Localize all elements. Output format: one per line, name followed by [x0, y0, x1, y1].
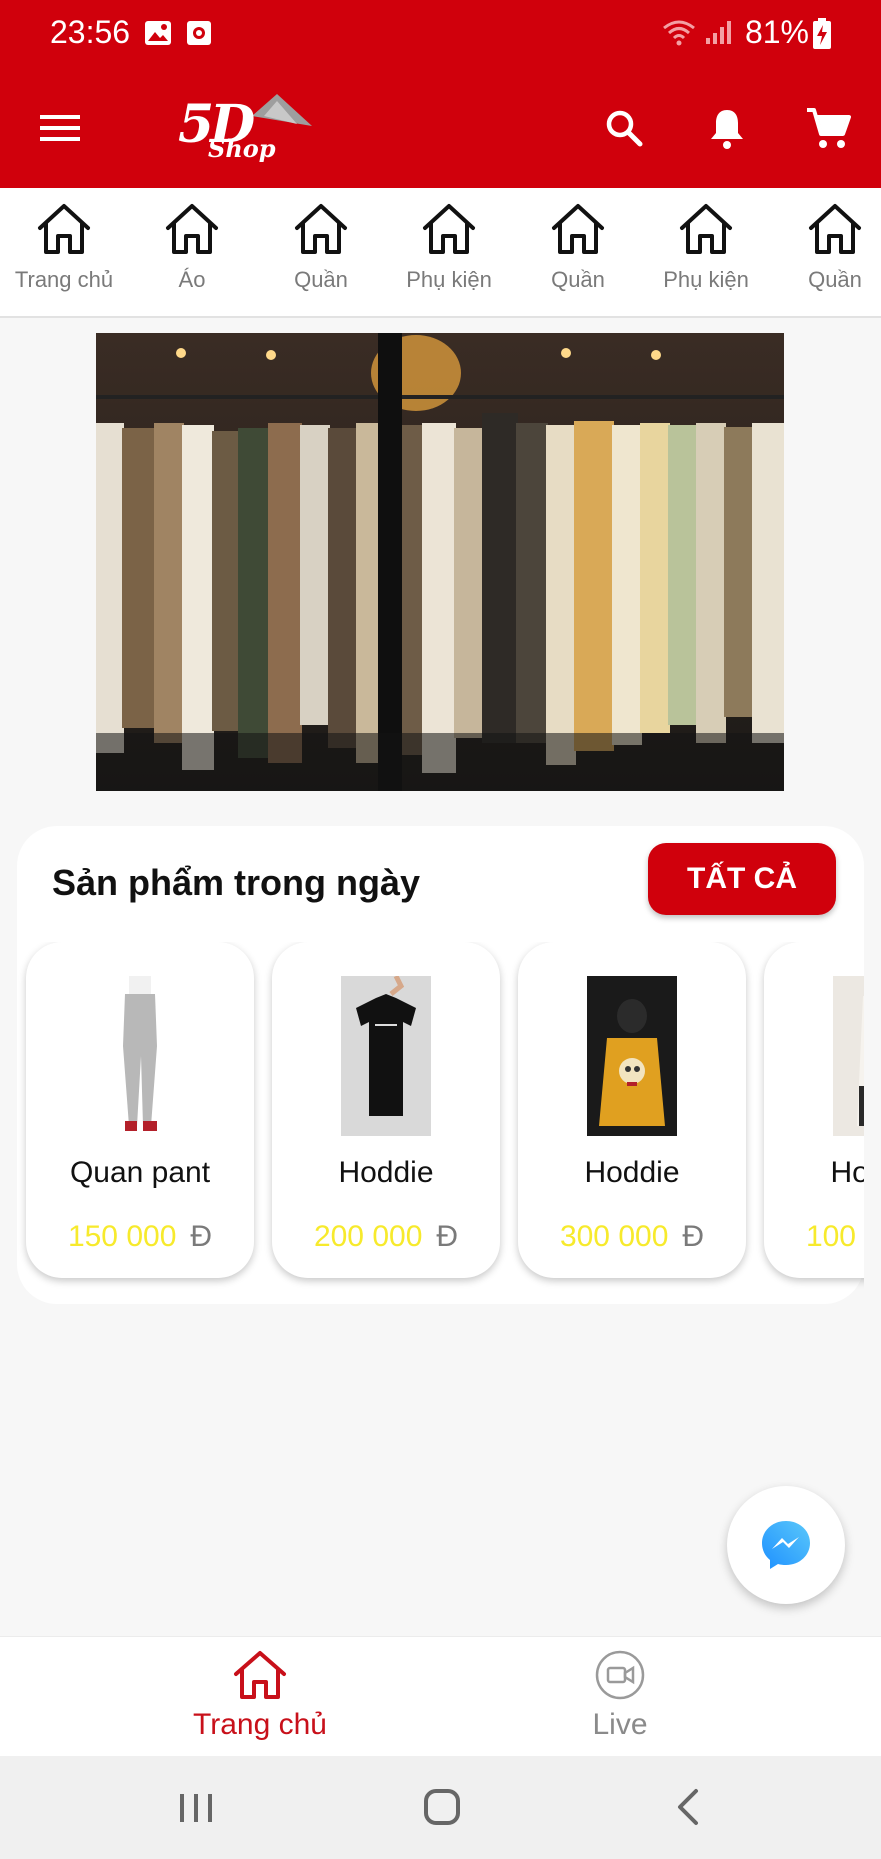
- category-label: Trang chủ: [14, 267, 114, 292]
- price-currency: Đ: [436, 1220, 459, 1253]
- status-bar: 23:56 81%: [0, 0, 881, 68]
- category-label: Quần: [808, 267, 862, 292]
- home-icon: [234, 1651, 286, 1699]
- product-price: 200 000 Đ: [272, 1220, 500, 1254]
- cart-button[interactable]: [798, 98, 858, 158]
- gallery-icon: [144, 20, 172, 51]
- category-item[interactable]: Phụ kiện: [642, 202, 770, 293]
- system-navigation-bar: [0, 1756, 881, 1859]
- category-label: Phụ kiện: [663, 267, 749, 292]
- product-price: 100 000Đ: [764, 1220, 864, 1254]
- home-icon: [680, 204, 732, 254]
- recent-apps-icon: [180, 1794, 212, 1822]
- category-item[interactable]: Trang chủ: [0, 202, 128, 293]
- product-card[interactable]: Hoddie 300 000 Đ: [518, 942, 746, 1278]
- bell-icon: [711, 110, 743, 149]
- price-value: 200 000: [313, 1220, 423, 1253]
- shop-logo[interactable]: 5D Shop: [172, 86, 322, 176]
- view-all-button[interactable]: TẤT CẢ: [648, 843, 836, 915]
- category-label: Phụ kiện: [406, 267, 492, 292]
- price-value: 300 000: [559, 1220, 669, 1253]
- product-image: [587, 976, 677, 1136]
- daily-products-section: Sản phẩm trong ngày TẤT CẢ Quan pant 150…: [17, 826, 864, 1304]
- home-icon: [295, 204, 347, 254]
- back-arrow-icon: [678, 1789, 698, 1825]
- home-icon: [423, 204, 475, 254]
- product-price: 150 000 Đ: [26, 1220, 254, 1254]
- product-name: Hoddie: [830, 1156, 864, 1189]
- signal-icon: [704, 18, 732, 51]
- screen-recorder-icon: [186, 20, 212, 51]
- menu-button[interactable]: [30, 98, 90, 158]
- nav-live[interactable]: Live: [520, 1649, 720, 1742]
- battery-charging-icon: [812, 18, 832, 55]
- category-item[interactable]: Quần: [257, 202, 385, 293]
- product-image: [95, 976, 185, 1136]
- category-item[interactable]: Phụ kiện: [385, 202, 513, 293]
- home-icon: [809, 204, 861, 254]
- category-label: Quần: [551, 267, 605, 292]
- home-square-icon: [424, 1789, 460, 1825]
- back-button[interactable]: [674, 1788, 702, 1831]
- price-currency: Đ: [682, 1220, 705, 1253]
- app-bar: 5D Shop: [0, 68, 881, 188]
- home-icon: [552, 204, 604, 254]
- price-value: 100 000: [805, 1220, 864, 1253]
- product-name: Hoddie: [584, 1156, 680, 1189]
- category-label: Áo: [178, 267, 206, 292]
- messenger-chat-button[interactable]: [727, 1486, 845, 1604]
- video-camera-icon: [595, 1650, 645, 1700]
- category-label: Quần: [294, 267, 348, 292]
- product-card[interactable]: Hoddie 200 000 Đ: [272, 942, 500, 1278]
- promo-banner-image[interactable]: [96, 333, 784, 791]
- product-carousel[interactable]: Quan pant 150 000 Đ Hoddie 200 000 Đ Hod…: [17, 942, 864, 1292]
- nav-home[interactable]: Trang chủ: [160, 1649, 360, 1742]
- nav-live-label: Live: [592, 1708, 648, 1741]
- search-icon: [606, 110, 643, 147]
- logo-subtext: Shop: [208, 134, 276, 163]
- product-image: [833, 976, 864, 1136]
- wifi-icon: [662, 18, 696, 51]
- category-bar: Trang chủ Áo Quần Phụ kiện Quần Phụ kiện…: [0, 188, 881, 318]
- price-currency: Đ: [190, 1220, 213, 1253]
- bottom-navigation: Trang chủ Live: [0, 1636, 881, 1757]
- category-item[interactable]: Quần: [771, 202, 881, 293]
- home-button[interactable]: [423, 1788, 461, 1831]
- home-icon: [166, 204, 218, 254]
- notification-button[interactable]: [697, 98, 757, 158]
- battery-percent: 81%: [744, 14, 809, 50]
- product-card[interactable]: Quan pant 150 000 Đ: [26, 942, 254, 1278]
- cart-icon: [807, 108, 851, 148]
- product-card[interactable]: Hoddie 100 000Đ: [764, 942, 864, 1278]
- nav-home-label: Trang chủ: [193, 1708, 327, 1741]
- price-value: 150 000: [67, 1220, 177, 1253]
- section-title: Sản phẩm trong ngày: [52, 862, 421, 903]
- product-name: Hoddie: [338, 1156, 434, 1189]
- product-name: Quan pant: [69, 1156, 211, 1189]
- status-time: 23:56: [50, 14, 131, 50]
- hamburger-icon: [40, 115, 80, 141]
- product-price: 300 000 Đ: [518, 1220, 746, 1254]
- home-icon: [38, 204, 90, 254]
- product-image: [341, 976, 431, 1136]
- category-item[interactable]: Áo: [128, 202, 256, 293]
- recent-apps-button[interactable]: [176, 1792, 216, 1829]
- category-item[interactable]: Quần: [514, 202, 642, 293]
- search-button[interactable]: [594, 98, 654, 158]
- messenger-icon: [762, 1521, 810, 1569]
